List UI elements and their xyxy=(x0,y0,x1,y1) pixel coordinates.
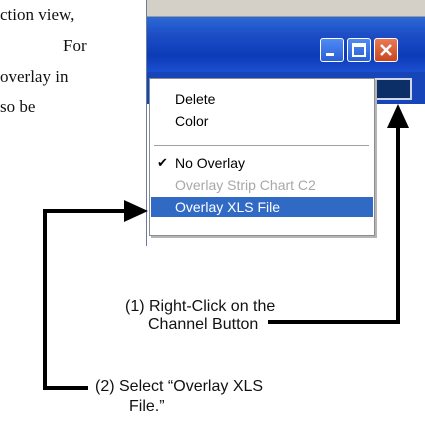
step-2-line-1: (2) Select “Overlay XLS xyxy=(95,378,264,395)
callout-arrows xyxy=(43,104,409,390)
arrow-2-line xyxy=(43,209,130,390)
step-2-line-2: File.” xyxy=(129,398,165,415)
arrow-1-line xyxy=(268,118,400,324)
arrow-2-head xyxy=(124,200,148,222)
step-1-line-2: Channel Button xyxy=(148,316,259,333)
arrow-1-head xyxy=(387,104,409,128)
step-1-line-1: (1) Right-Click on the xyxy=(125,298,276,315)
